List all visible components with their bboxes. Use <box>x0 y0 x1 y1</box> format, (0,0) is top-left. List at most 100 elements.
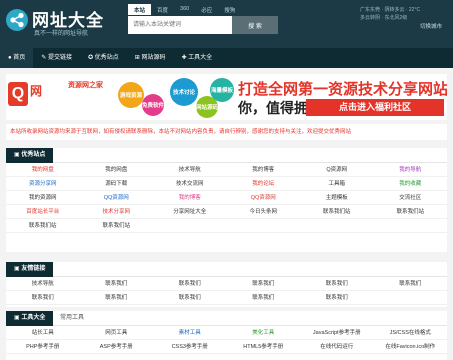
search-button[interactable]: 搜 索 <box>232 16 278 34</box>
site-link[interactable]: 联系我们站 <box>373 205 447 219</box>
site-link[interactable]: 我的网盘 <box>6 163 80 177</box>
nav-item-featured[interactable]: ✪ 优秀站点 <box>80 48 127 68</box>
tool-link[interactable]: 站长工具 <box>6 326 80 340</box>
site-link[interactable]: 我的资源网 <box>6 191 80 205</box>
nav-item-source[interactable]: ⊞ 网站源码 <box>127 48 174 68</box>
site-link[interactable]: 分享网址大全 <box>153 205 227 219</box>
site-link[interactable]: 联系我们 <box>226 277 300 291</box>
site-link[interactable]: 联系我们 <box>226 291 300 305</box>
section-title[interactable]: ▣ 工具大全 <box>6 311 54 326</box>
featured-section: ▣ 优秀站点 我的网盘 我的网盘 技术导航 我的博客 Q资源网 我的导航 资源分… <box>6 148 447 252</box>
tool-link[interactable]: JavaScript参考手册 <box>300 326 374 340</box>
tool-link[interactable]: HTML5参考手册 <box>226 340 300 354</box>
section-header: ▣ 优秀站点 <box>6 148 447 163</box>
site-link[interactable]: 源码下载 <box>79 177 153 191</box>
header-info-line2: 多云转阴 · 东北风2级 <box>360 15 408 21</box>
header: 网址大全 真不一样的网址导航 本站 百度 360 必应 搜狗 搜 索 广东东莞 … <box>0 0 453 48</box>
star-icon: ✪ <box>88 55 95 61</box>
site-link[interactable]: 联系我们 <box>79 291 153 305</box>
site-link[interactable]: 交流社区 <box>373 191 447 205</box>
site-link[interactable]: 联系我们站 <box>300 205 374 219</box>
links-grid: 技术导航 联系我们 联系我们 联系我们 联系我们 联系我们 联系我们 联系我们 … <box>6 277 447 305</box>
site-link[interactable]: 我的博客 <box>226 163 300 177</box>
edit-icon: ✎ <box>41 55 49 61</box>
banner-bubble: 技术讨论 <box>170 78 198 106</box>
tool-link[interactable]: 在线Favicon.ico制作 <box>373 340 447 354</box>
site-link[interactable]: QQ资源网 <box>226 191 300 205</box>
header-info-line1: 广东东莞 · 阴转多云 · 22°C <box>360 7 421 13</box>
section-title-label: 友情链接 <box>21 266 46 272</box>
search-box: 本站 百度 360 必应 搜狗 搜 索 <box>128 4 278 42</box>
site-link[interactable]: 我的论坛 <box>226 177 300 191</box>
banner-logo-text: 网 <box>30 84 43 98</box>
site-link[interactable]: 我的收藏 <box>373 177 447 191</box>
site-link[interactable] <box>373 291 447 305</box>
nav-item-submit[interactable]: ✎ 提交链接 <box>33 48 80 68</box>
site-link[interactable]: 联系我们 <box>300 291 374 305</box>
site-link[interactable] <box>226 219 300 233</box>
nav-item-tools[interactable]: ✚ 工具大全 <box>173 48 220 68</box>
site-link[interactable]: QQ资源网 <box>79 191 153 205</box>
tool-link[interactable]: 素材工具 <box>153 326 227 340</box>
site-link[interactable]: 主题模板 <box>300 191 374 205</box>
site-link[interactable]: 技术交流网 <box>153 177 227 191</box>
tools-grid: 站长工具 网页工具 素材工具 美化工具 JavaScript参考手册 JS/CS… <box>6 326 447 354</box>
header-info: 广东东莞 · 阴转多云 · 22°C 多云转阴 · 东北风2级 <box>360 6 452 22</box>
site-link[interactable]: 资源分享网 <box>6 177 80 191</box>
site-logo[interactable]: 网址大全 真不一样的网址导航 <box>6 6 136 40</box>
tool-link[interactable]: 网页工具 <box>79 326 153 340</box>
section-title: ▣ 优秀站点 <box>6 148 54 163</box>
nav-label: 网站源码 <box>141 55 166 61</box>
section-title-label: 优秀站点 <box>21 152 46 158</box>
site-link[interactable]: 我的网盘 <box>79 163 153 177</box>
search-tab-site[interactable]: 本站 <box>128 4 152 15</box>
site-link[interactable]: 技术分享网 <box>79 205 153 219</box>
banner-bubble: 免费软件 <box>142 94 164 116</box>
banner-bubble: 海量模板 <box>210 78 234 102</box>
section-title: ▣ 友情链接 <box>6 262 54 277</box>
site-link[interactable]: 今日头条网 <box>226 205 300 219</box>
tool-link[interactable]: ASP参考手册 <box>79 340 153 354</box>
site-link[interactable]: 技术导航 <box>6 277 80 291</box>
tool-link[interactable]: 美化工具 <box>226 326 300 340</box>
site-link[interactable]: 联系我们 <box>79 277 153 291</box>
search-tabs: 本站 百度 360 必应 搜狗 <box>128 4 278 15</box>
search-input[interactable] <box>128 16 232 34</box>
tools-section: ▣ 工具大全 常用工具 站长工具 网页工具 素材工具 美化工具 JavaScri… <box>6 311 447 360</box>
nav-label: 首页 <box>13 55 26 61</box>
banner-cta-button[interactable]: 点击进入福利社区 <box>306 99 444 116</box>
search-row: 搜 索 <box>128 16 278 34</box>
tool-link[interactable]: PHP参考手册 <box>6 340 80 354</box>
site-link[interactable] <box>153 219 227 233</box>
notice-bar: 本站所收录网站资源均来源于互联网，如有侵权请联系删除，本站不对网站内容负责，请自… <box>6 124 447 140</box>
nav-label: 优秀站点 <box>94 55 119 61</box>
tool-link[interactable]: JS/CSS在线格式 <box>373 326 447 340</box>
section-title-label: 工具大全 <box>21 315 46 321</box>
site-link[interactable] <box>300 219 374 233</box>
site-link[interactable]: 我的博客 <box>153 191 227 205</box>
site-link[interactable]: 联系我们站 <box>79 219 153 233</box>
search-tab-baidu[interactable]: 百度 <box>151 4 174 15</box>
site-link[interactable]: 我的导航 <box>373 163 447 177</box>
tab-common-tools[interactable]: 常用工具 <box>60 311 84 326</box>
site-link[interactable] <box>373 219 447 233</box>
tool-link[interactable]: 在线代码运行 <box>300 340 374 354</box>
site-link[interactable]: 技术导航 <box>153 163 227 177</box>
site-link[interactable]: 联系我们 <box>6 291 80 305</box>
site-link[interactable]: Q资源网 <box>300 163 374 177</box>
switch-city-link[interactable]: 切换城市 <box>420 22 442 30</box>
tool-link[interactable]: CSS3参考手册 <box>153 340 227 354</box>
site-link[interactable]: 联系我们 <box>373 277 447 291</box>
search-tab-bing[interactable]: 必应 <box>195 4 218 15</box>
site-link[interactable]: 联系我们 <box>153 291 227 305</box>
site-link[interactable]: 工具箱 <box>300 177 374 191</box>
site-link[interactable]: 联系我们站 <box>6 219 80 233</box>
nav-item-home[interactable]: ● 首页 <box>0 48 34 68</box>
site-link[interactable]: 联系我们 <box>153 277 227 291</box>
featured-grid: 我的网盘 我的网盘 技术导航 我的博客 Q资源网 我的导航 资源分享网 源码下载… <box>6 163 447 233</box>
site-link[interactable]: 百度站长平台 <box>6 205 80 219</box>
site-link[interactable]: 联系我们 <box>300 277 374 291</box>
promo-banner[interactable]: Q 网 资源网之家 游戏资源 免费软件 技术讨论 网站源码 海量模板 打造全网第… <box>6 74 447 120</box>
search-tab-360[interactable]: 360 <box>174 4 195 15</box>
search-tab-sogou[interactable]: 搜狗 <box>218 4 241 15</box>
